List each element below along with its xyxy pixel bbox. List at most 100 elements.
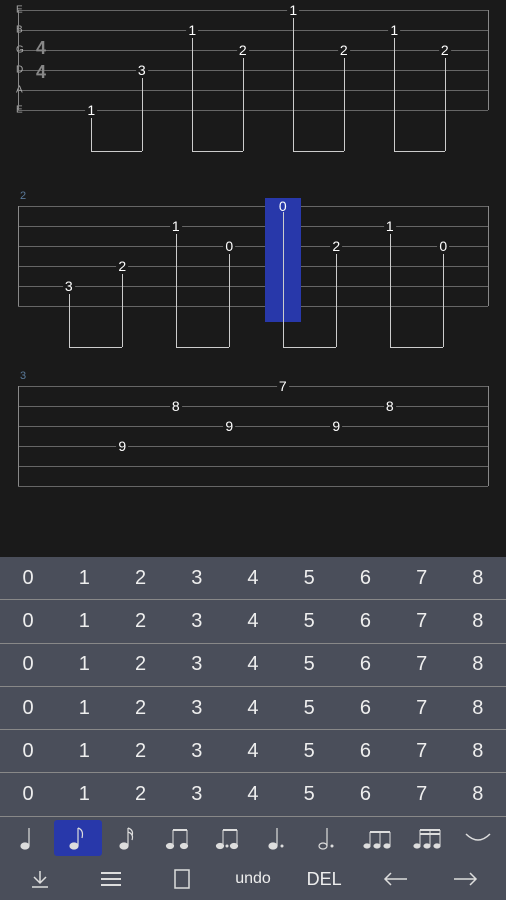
fret-note[interactable]: 1 xyxy=(287,2,299,18)
fret-note[interactable]: 2 xyxy=(338,42,350,58)
fret-key[interactable]: 5 xyxy=(281,773,337,815)
fret-note[interactable]: 1 xyxy=(85,102,97,118)
fret-key[interactable]: 1 xyxy=(56,644,112,686)
fret-key[interactable]: 3 xyxy=(169,557,225,599)
duration-tie[interactable] xyxy=(454,820,502,856)
measure[interactable]: 232100210 xyxy=(10,190,496,340)
fret-key[interactable]: 4 xyxy=(225,687,281,729)
fret-note[interactable]: 9 xyxy=(223,418,235,434)
fret-key[interactable]: 6 xyxy=(337,730,393,772)
fret-key[interactable]: 5 xyxy=(281,730,337,772)
arrow-left-button[interactable] xyxy=(364,861,427,897)
fret-key[interactable]: 5 xyxy=(281,644,337,686)
duration-quarter[interactable] xyxy=(4,820,52,856)
fret-note[interactable]: 2 xyxy=(116,258,128,274)
fret-key[interactable]: 2 xyxy=(112,773,168,815)
fret-key[interactable]: 6 xyxy=(337,644,393,686)
fret-key[interactable]: 0 xyxy=(0,644,56,686)
fret-key[interactable]: 6 xyxy=(337,600,393,642)
fret-note[interactable]: 8 xyxy=(170,398,182,414)
duration-half-dotted[interactable] xyxy=(304,820,352,856)
fret-key[interactable]: 1 xyxy=(56,730,112,772)
fret-key[interactable]: 3 xyxy=(169,687,225,729)
bar-button[interactable] xyxy=(150,861,213,897)
delete-button[interactable]: DEL xyxy=(293,861,356,897)
fret-key[interactable]: 3 xyxy=(169,600,225,642)
fret-key[interactable]: 5 xyxy=(281,687,337,729)
fret-note[interactable]: 2 xyxy=(237,42,249,58)
duration-eighth-pair[interactable] xyxy=(154,820,202,856)
fret-note[interactable]: 3 xyxy=(63,278,75,294)
measure-number: 2 xyxy=(20,190,496,202)
fret-key[interactable]: 7 xyxy=(394,557,450,599)
fret-note[interactable]: 3 xyxy=(136,62,148,78)
fret-key[interactable]: 4 xyxy=(225,644,281,686)
fret-key[interactable]: 0 xyxy=(0,730,56,772)
fret-key[interactable]: 3 xyxy=(169,730,225,772)
undo-button[interactable]: undo xyxy=(221,861,284,897)
barline xyxy=(488,10,489,110)
fret-key[interactable]: 1 xyxy=(56,687,112,729)
fret-key[interactable]: 0 xyxy=(0,600,56,642)
arrow-right-button[interactable] xyxy=(435,861,498,897)
fret-key[interactable]: 7 xyxy=(394,600,450,642)
fret-key[interactable]: 8 xyxy=(450,557,506,599)
fret-key[interactable]: 4 xyxy=(225,600,281,642)
fret-key[interactable]: 8 xyxy=(450,730,506,772)
fret-key[interactable]: 2 xyxy=(112,730,168,772)
fret-key[interactable]: 2 xyxy=(112,557,168,599)
fret-key[interactable]: 7 xyxy=(394,687,450,729)
string-line xyxy=(18,486,488,487)
fret-key[interactable]: 4 xyxy=(225,773,281,815)
fret-note[interactable]: 9 xyxy=(116,438,128,454)
fret-note[interactable]: 1 xyxy=(384,218,396,234)
fret-note[interactable]: 8 xyxy=(384,398,396,414)
fret-note[interactable]: 2 xyxy=(330,238,342,254)
fret-key[interactable]: 8 xyxy=(450,600,506,642)
duration-eighth[interactable] xyxy=(54,820,102,856)
fret-key[interactable]: 5 xyxy=(281,600,337,642)
fret-key[interactable]: 0 xyxy=(0,557,56,599)
fret-key[interactable]: 2 xyxy=(112,687,168,729)
fret-key[interactable]: 5 xyxy=(281,557,337,599)
menu-button[interactable] xyxy=(79,861,142,897)
fret-key[interactable]: 0 xyxy=(0,773,56,815)
duration-quarter-dotted[interactable] xyxy=(254,820,302,856)
fret-key[interactable]: 3 xyxy=(169,773,225,815)
fret-key[interactable]: 0 xyxy=(0,687,56,729)
fret-key[interactable]: 4 xyxy=(225,730,281,772)
duration-eighth-dotted[interactable] xyxy=(204,820,252,856)
fret-key[interactable]: 8 xyxy=(450,687,506,729)
fret-note[interactable]: 0 xyxy=(437,238,449,254)
fret-key[interactable]: 1 xyxy=(56,600,112,642)
fret-key[interactable]: 1 xyxy=(56,773,112,815)
fret-key[interactable]: 1 xyxy=(56,557,112,599)
hide-keyboard-button[interactable] xyxy=(8,861,71,897)
fret-key[interactable]: 7 xyxy=(394,730,450,772)
string-line xyxy=(18,70,488,71)
fret-key[interactable]: 2 xyxy=(112,600,168,642)
measure[interactable]: 3989798 xyxy=(10,370,496,480)
fret-note[interactable]: 7 xyxy=(277,378,289,394)
fret-key[interactable]: 6 xyxy=(337,557,393,599)
duration-triplet16[interactable] xyxy=(404,820,452,856)
duration-sixteenth[interactable] xyxy=(104,820,152,856)
fret-note[interactable]: 1 xyxy=(186,22,198,38)
fret-key[interactable]: 4 xyxy=(225,557,281,599)
fret-key[interactable]: 8 xyxy=(450,773,506,815)
duration-triplet[interactable] xyxy=(354,820,402,856)
fret-note[interactable]: 9 xyxy=(330,418,342,434)
fret-note[interactable]: 1 xyxy=(170,218,182,234)
fret-note[interactable]: 1 xyxy=(388,22,400,38)
fret-key[interactable]: 8 xyxy=(450,644,506,686)
fret-key[interactable]: 3 xyxy=(169,644,225,686)
fret-key[interactable]: 6 xyxy=(337,687,393,729)
fret-key[interactable]: 7 xyxy=(394,773,450,815)
fret-key[interactable]: 7 xyxy=(394,644,450,686)
fret-note[interactable]: 2 xyxy=(439,42,451,58)
fret-key[interactable]: 6 xyxy=(337,773,393,815)
measure[interactable]: EBGDAE4413121212 xyxy=(10,10,496,160)
fret-note[interactable]: 0 xyxy=(223,238,235,254)
fret-key[interactable]: 2 xyxy=(112,644,168,686)
fret-note[interactable]: 0 xyxy=(277,198,289,214)
